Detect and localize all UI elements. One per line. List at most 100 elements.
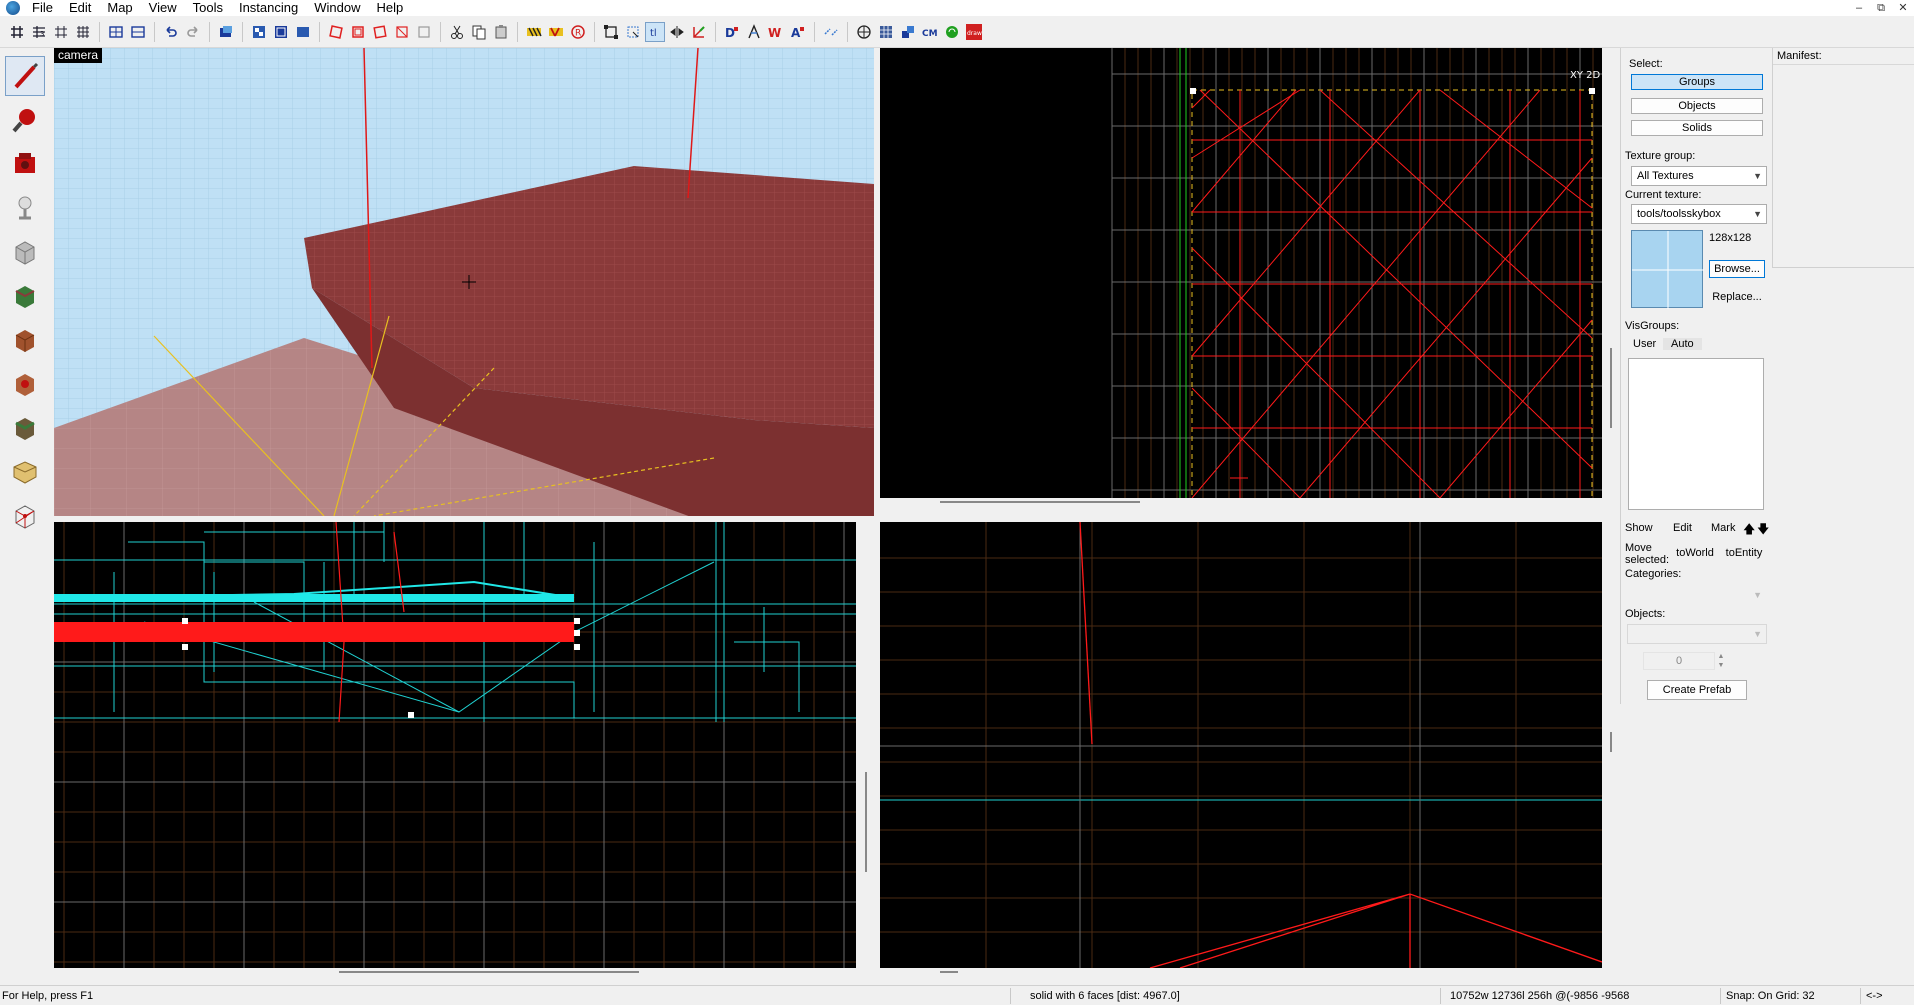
toggle-texture-icon[interactable] <box>5 276 45 316</box>
move-down-arrow-icon[interactable]: 🡇 <box>1757 520 1769 541</box>
menu-window[interactable]: Window <box>306 0 368 16</box>
tab-user[interactable]: User <box>1633 338 1656 350</box>
replace-button[interactable]: Replace... <box>1709 288 1765 306</box>
vertex-tool-icon[interactable] <box>5 496 45 536</box>
overlay-tool-icon[interactable] <box>5 408 45 448</box>
apply-texture-icon[interactable] <box>5 320 45 360</box>
browse-button[interactable]: Browse... <box>1709 260 1765 278</box>
decal-tool-icon[interactable] <box>5 364 45 404</box>
camera-3d-viewport[interactable]: camera <box>54 48 874 516</box>
cubemap-icon[interactable]: CM <box>920 22 940 42</box>
menu-edit[interactable]: Edit <box>61 0 99 16</box>
toggle-visgroup-icon[interactable] <box>348 22 368 42</box>
check-problems-icon[interactable] <box>744 22 764 42</box>
status-separator <box>1720 988 1721 1004</box>
edit-button[interactable]: Edit <box>1673 522 1692 534</box>
ungroup-icon[interactable] <box>271 22 291 42</box>
top-2d-vscroll[interactable] <box>1602 48 1620 510</box>
redo-icon[interactable] <box>183 22 203 42</box>
unhide-icon[interactable] <box>326 22 346 42</box>
top-2d-hscroll[interactable] <box>880 498 1602 510</box>
copy-icon[interactable] <box>392 22 412 42</box>
texture-lock-icon[interactable] <box>524 22 544 42</box>
create-prefab-button[interactable]: Create Prefab <box>1647 680 1747 700</box>
close-button[interactable]: ✕ <box>1892 0 1914 16</box>
menu-file[interactable]: File <box>24 0 61 16</box>
flip-horizontal-icon[interactable] <box>667 22 687 42</box>
mark-button[interactable]: Mark <box>1711 522 1735 534</box>
front-2d-viewport[interactable] <box>54 522 856 968</box>
carve-icon[interactable] <box>216 22 236 42</box>
grid-3d-icon[interactable]: 3 <box>29 22 49 42</box>
texture-group-select[interactable]: All Textures ▼ <box>1631 166 1767 186</box>
side-2d-vscroll[interactable] <box>1602 522 1620 980</box>
objects-select[interactable]: ▼ <box>1627 624 1767 644</box>
selection-box-icon[interactable] <box>601 22 621 42</box>
scissors-icon[interactable] <box>447 22 467 42</box>
stepper-arrows-icon[interactable]: ▲ ▼ <box>1715 652 1727 670</box>
draw-label: draw <box>967 30 982 37</box>
front-2d-hscroll[interactable] <box>54 968 856 980</box>
move-up-arrow-icon[interactable]: 🡅 <box>1743 520 1755 541</box>
object-count-stepper[interactable]: 0 <box>1643 652 1715 670</box>
menu-view[interactable]: View <box>141 0 185 16</box>
quick-hide-icon[interactable]: A <box>788 22 808 42</box>
solids-button[interactable]: Solids <box>1631 120 1763 136</box>
run-map-icon[interactable]: W <box>766 22 786 42</box>
minimize-button[interactable]: – <box>1848 0 1870 16</box>
restore-button[interactable]: ⧉ <box>1870 0 1892 16</box>
visgroups-list[interactable] <box>1628 358 1764 510</box>
clipboard-paste-icon[interactable] <box>491 22 511 42</box>
flip-vertical-icon[interactable] <box>689 22 709 42</box>
show-button[interactable]: Show <box>1625 522 1653 534</box>
smoothing-icon[interactable] <box>876 22 896 42</box>
front-2d-vscroll[interactable] <box>856 522 880 980</box>
save-window-state-icon[interactable] <box>128 22 148 42</box>
to-world-button[interactable]: toWorld <box>1673 544 1717 562</box>
groups-button[interactable]: Groups <box>1631 74 1763 90</box>
menu-map[interactable]: Map <box>99 0 140 16</box>
current-texture-select[interactable]: tools/toolsskybox ▼ <box>1631 204 1767 224</box>
magnify-tool-icon[interactable] <box>5 100 45 140</box>
clipboard-copy-icon[interactable] <box>469 22 489 42</box>
displacement-icon[interactable] <box>898 22 918 42</box>
select-by-handles-icon[interactable] <box>623 22 643 42</box>
grid-smaller-icon[interactable] <box>51 22 71 42</box>
undo-icon[interactable] <box>161 22 181 42</box>
cut-icon[interactable] <box>370 22 390 42</box>
autohide-icon[interactable]: R <box>568 22 588 42</box>
side-2d-hscroll[interactable] <box>880 968 1602 980</box>
clipping-tool-icon[interactable] <box>5 452 45 492</box>
menu-help[interactable]: Help <box>368 0 411 16</box>
group-icon[interactable] <box>249 22 269 42</box>
draw-icon[interactable]: draw <box>964 22 984 42</box>
hide-icon[interactable] <box>293 22 313 42</box>
top-2d-viewport[interactable]: XY 2D <box>880 48 1602 498</box>
selection-tool-icon[interactable] <box>5 56 45 96</box>
sound-icon[interactable] <box>942 22 962 42</box>
grid-toggle-icon[interactable] <box>7 22 27 42</box>
menu-tools[interactable]: Tools <box>185 0 231 16</box>
categories-select[interactable]: ▼ <box>1627 585 1767 603</box>
side-2d-viewport[interactable] <box>880 522 1602 968</box>
animation-icon[interactable] <box>854 22 874 42</box>
toolbar-separator <box>242 21 243 42</box>
camera-viewport-label[interactable]: camera <box>54 48 103 63</box>
grid-larger-icon[interactable] <box>73 22 93 42</box>
texture-lock-2-icon[interactable]: tl <box>645 21 665 42</box>
texture-preview[interactable] <box>1631 230 1704 309</box>
load-window-state-icon[interactable] <box>106 22 126 42</box>
camera-tool-icon[interactable] <box>5 144 45 184</box>
texture-scale-icon[interactable] <box>546 22 566 42</box>
menu-instancing[interactable]: Instancing <box>231 0 306 16</box>
cordon-icon[interactable] <box>821 22 841 42</box>
to-entity-button[interactable]: toEntity <box>1721 544 1767 562</box>
entity-tool-icon[interactable] <box>5 188 45 228</box>
tab-auto[interactable]: Auto <box>1663 338 1702 350</box>
tool-palette <box>0 52 52 529</box>
svg-text:D: D <box>725 26 735 40</box>
paste-icon[interactable] <box>414 22 434 42</box>
objects-button[interactable]: Objects <box>1631 98 1763 114</box>
entity-report-icon[interactable]: D <box>722 22 742 42</box>
block-tool-icon[interactable] <box>5 232 45 272</box>
